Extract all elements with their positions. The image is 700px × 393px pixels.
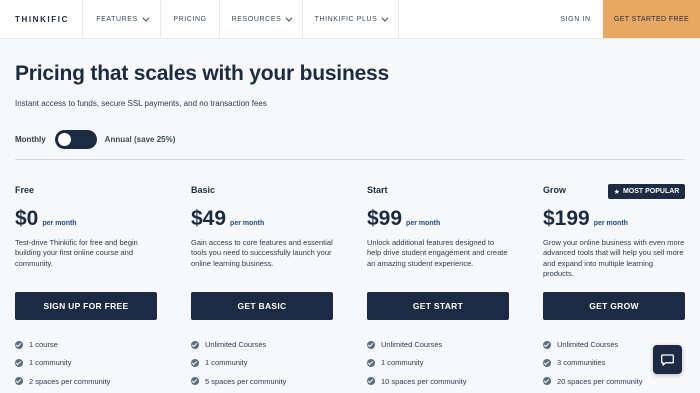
most-popular-badge: ★ MOST POPULAR [608,184,685,199]
nav-pricing[interactable]: PRICING [161,0,220,38]
plan-name: Basic [191,185,216,195]
plan-price: $49 [191,207,227,230]
feature-text: 2 spaces per community [29,376,111,386]
feature-item: 1 community [191,358,286,367]
check-circle-icon [191,340,199,349]
check-circle-icon [15,358,23,367]
feature-item: 1 community [15,358,110,367]
feature-list: 1 course 1 community 2 spaces per commun… [15,340,110,393]
plan-name: Free [15,185,35,195]
check-circle-icon [15,340,23,349]
feature-item: 10 spaces per community [367,377,466,386]
sign-up-for-free-button[interactable]: SIGN UP FOR FREE [15,292,157,320]
check-circle-icon [367,340,375,349]
price-period: per month [230,220,265,227]
feature-text: 1 community [29,358,72,368]
get-grow-button[interactable]: GET GROW [543,292,685,320]
feature-text: 3 communities [557,358,606,368]
nav-resources-label: RESOURCES [231,15,282,23]
price-row: $49 per month [191,207,333,231]
check-circle-icon [191,358,199,367]
plan-card-start: Start $99 per month Unlock additional fe… [367,185,509,386]
toggle-knob [57,133,71,146]
feature-text: Unlimited Courses [557,340,619,349]
check-circle-icon [543,358,551,367]
price-row: $0 per month [15,207,157,231]
nav-features[interactable]: FEATURES [83,0,161,38]
get-start-button[interactable]: GET START [367,292,509,320]
feature-item: Unlimited Courses [367,340,466,349]
feature-text: 1 community [381,358,424,368]
feature-text: Unlimited Courses [381,340,443,349]
price-row: $99 per month [367,207,509,231]
price-row: $199 per month [543,207,685,231]
plan-price: $0 [15,207,39,230]
feature-item: 1 community [367,358,466,367]
feature-item: 3 communities [543,358,642,367]
feature-text: 5 spaces per community [205,376,287,386]
plan-description: Unlock additional features designed to h… [367,238,508,268]
page-title: Pricing that scales with your business [15,62,390,85]
feature-item: 5 spaces per community [191,377,286,386]
nav-resources[interactable]: RESOURCES [220,0,303,38]
thinkific-logo[interactable]: THINKIFIC [0,0,83,38]
feature-text: 20 spaces per community [557,376,643,386]
star-icon: ★ [613,188,620,196]
feature-text: 1 course [29,340,58,349]
nav-thinkific-plus-label: THINKIFIC PLUS [314,15,378,23]
plan-description: Gain access to core features and essenti… [191,238,333,268]
check-circle-icon [543,340,551,349]
chevron-down-icon [142,14,150,22]
check-circle-icon [15,377,23,386]
price-period: per month [42,220,77,227]
plan-description: Test-drive Thinkific for free and begin … [15,238,138,268]
get-basic-button[interactable]: GET BASIC [191,292,333,320]
feature-item: Unlimited Courses [191,340,286,349]
feature-list: Unlimited Courses 1 community 10 spaces … [367,340,466,393]
price-period: per month [593,220,628,227]
billing-toggle-row: Monthly Annual (save 25%) [15,130,175,149]
nav-features-label: FEATURES [96,15,138,23]
nav-thinkific-plus[interactable]: THINKIFIC PLUS [303,0,399,38]
feature-text: Unlimited Courses [205,340,267,349]
plan-description: Grow your online business with even more… [543,238,685,278]
plan-price: $99 [367,207,403,230]
plan-card-free: Free $0 per month Test-drive Thinkific f… [15,185,157,386]
annual-label[interactable]: Annual (save 25%) [105,135,176,144]
price-period: per month [406,220,441,227]
check-circle-icon [543,377,551,386]
plan-card-basic: Basic $49 per month Gain access to core … [191,185,333,386]
feature-list: Unlimited Courses 1 community 5 spaces p… [191,340,286,393]
get-started-free-button[interactable]: GET STARTED FREE [603,0,700,38]
top-navigation: THINKIFIC FEATURES PRICING RESOURCES THI… [0,0,700,39]
feature-list: Unlimited Courses 3 communities 20 space… [543,340,642,393]
nav-pricing-label: PRICING [173,15,207,23]
feature-item: 20 spaces per community [543,377,642,386]
check-circle-icon [367,358,375,367]
check-circle-icon [367,377,375,386]
plan-price: $199 [543,207,590,230]
page-subtitle: Instant access to funds, secure SSL paym… [15,99,267,108]
monthly-label[interactable]: Monthly [15,135,46,144]
feature-text: 1 community [205,358,248,368]
section-divider [15,159,685,160]
feature-text: 10 spaces per community [381,376,467,386]
feature-item: 2 spaces per community [15,377,110,386]
feature-item: 1 course [15,340,110,349]
chevron-down-icon [381,14,389,22]
chat-bubble-icon [661,353,674,366]
billing-period-toggle[interactable] [54,130,97,149]
most-popular-label: MOST POPULAR [622,188,680,195]
plan-name: Start [367,185,388,195]
feature-item: Unlimited Courses [543,340,642,349]
sign-in-link[interactable]: SIGN IN [548,0,603,38]
plan-card-grow: Grow $199 per month Grow your online bus… [543,185,685,386]
check-circle-icon [191,377,199,386]
chat-launcher-button[interactable] [653,345,682,374]
chevron-down-icon [285,14,293,22]
